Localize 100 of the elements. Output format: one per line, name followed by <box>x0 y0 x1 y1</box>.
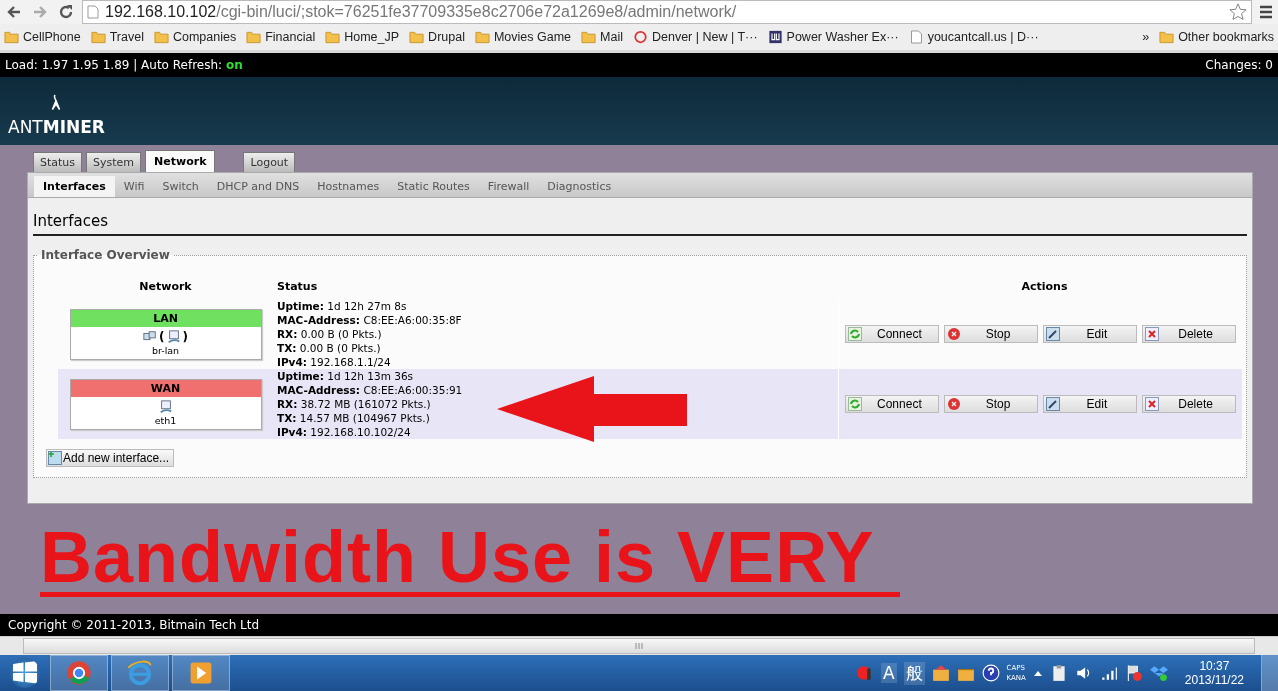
bookmark[interactable]: Companies <box>153 30 237 44</box>
address-bar[interactable]: 192.168.10.102/cgi-bin/luci/;stok=76251fe37709335e8c2706e72a1269e8/admin/network/ <box>82 0 1252 24</box>
sub-tab[interactable]: Hostnames <box>308 176 389 197</box>
refresh-icon <box>848 327 863 341</box>
action-button[interactable]: Delete <box>1141 325 1236 343</box>
page-title: Interfaces <box>33 212 1247 236</box>
bookmark[interactable]: Mail <box>581 30 623 44</box>
action-button[interactable]: Edit <box>1042 395 1137 413</box>
input-mode-button[interactable]: 般 <box>903 661 925 685</box>
nav-tab[interactable]: Status <box>33 152 83 172</box>
bookmark[interactable]: Other bookmarks <box>1159 30 1274 44</box>
folder-icon <box>4 30 19 44</box>
add-icon <box>48 451 62 465</box>
bookmark[interactable]: youcantcall.us | D··· <box>908 30 1039 44</box>
action-button[interactable]: Stop <box>944 325 1039 343</box>
page-icon <box>908 30 924 44</box>
load-status: Load: 1.97 1.95 1.89 | Auto Refresh: on <box>5 58 243 72</box>
logo-text: ANTMINER <box>8 117 105 137</box>
folder-icon <box>325 30 341 44</box>
back-icon[interactable] <box>6 4 22 20</box>
folder-icon <box>90 30 106 44</box>
edit-icon <box>1045 327 1060 341</box>
copyright-text: Copyright © 2011-2013, Bitmain Tech Ltd <box>8 618 260 632</box>
status-line: Uptime: 1d 12h 27m 8s <box>277 299 408 313</box>
status-line: MAC-Address: C8:EE:A6:00:35:91 <box>277 383 464 397</box>
sub-tab[interactable]: Diagnostics <box>538 176 621 197</box>
folder-icon <box>581 30 597 44</box>
add-interface-button[interactable]: Add new interface... <box>46 449 175 467</box>
network-port-icon <box>166 329 181 344</box>
help-icon[interactable] <box>981 664 1000 682</box>
input-mode-button[interactable]: A <box>880 663 897 683</box>
changes-count[interactable]: Changes: 0 <box>1205 58 1273 72</box>
taskbar-app[interactable] <box>50 655 108 691</box>
circle-icon <box>632 30 648 44</box>
site-logo-icon <box>767 30 783 44</box>
grip-icon <box>635 642 643 650</box>
play-icon <box>188 660 214 686</box>
bookmark[interactable]: Power Washer Ex··· <box>767 30 899 44</box>
status-line: TX: 0.00 B (0 Pkts.) <box>277 341 382 355</box>
bookmark[interactable]: CellPhone <box>4 30 81 44</box>
status-line: MAC-Address: C8:EE:A6:00:35:8F <box>277 313 463 327</box>
stop-icon <box>947 327 962 341</box>
delete-icon <box>1144 397 1159 411</box>
folder-icon <box>1159 30 1175 44</box>
status-line: TX: 14.57 MB (104967 Pkts.) <box>277 411 431 425</box>
bookmark[interactable]: Financial <box>246 30 316 44</box>
stop-icon <box>947 397 962 411</box>
refresh-icon <box>848 397 863 411</box>
menu-icon[interactable] <box>1258 4 1274 20</box>
delete-icon <box>1144 327 1159 341</box>
nav-tab[interactable]: System <box>86 152 142 172</box>
folder-icon <box>153 30 169 44</box>
dropbox-icon[interactable] <box>1149 664 1168 682</box>
action-button[interactable]: Edit <box>1042 325 1137 343</box>
scrollbar-thumb[interactable] <box>23 638 1255 654</box>
caret-icon[interactable] <box>1032 669 1043 677</box>
taskbar-app[interactable] <box>172 655 230 691</box>
column-header: Network <box>138 280 193 293</box>
sub-tab[interactable]: Static Routes <box>388 176 479 197</box>
folder-icon <box>246 30 262 44</box>
nav-tab[interactable]: Network <box>145 150 216 172</box>
column-header: Actions <box>1020 280 1069 293</box>
sub-tab[interactable]: Switch <box>153 176 208 197</box>
status-line: IPv4: 192.168.1.1/24 <box>277 355 392 369</box>
bookmark[interactable]: Drupal <box>409 30 465 44</box>
signal-icon[interactable] <box>1099 664 1118 682</box>
status-line: RX: 0.00 B (0 Pkts.) <box>277 327 383 341</box>
status-line: IPv4: 192.168.10.102/24 <box>277 425 412 439</box>
interface-badge: WAN eth1 <box>69 378 262 430</box>
sub-tab[interactable]: DHCP and DNS <box>207 176 309 197</box>
windows-logo-icon <box>10 658 40 688</box>
nav-tab[interactable]: Logout <box>243 152 296 172</box>
reload-icon[interactable] <box>58 4 74 20</box>
folder-icon <box>409 30 425 44</box>
star-icon[interactable] <box>1229 3 1247 21</box>
column-header: Status <box>276 280 319 293</box>
action-button[interactable]: Delete <box>1141 395 1236 413</box>
status-line: RX: 38.72 MB (161072 Pkts.) <box>277 397 432 411</box>
action-button[interactable]: Connect <box>845 395 940 413</box>
annotation-text: Bandwidth Use is VERY <box>40 522 901 597</box>
page-icon <box>87 5 99 19</box>
action-button[interactable]: Stop <box>944 395 1039 413</box>
interface-badge: LAN ( ) br-lan <box>69 308 262 360</box>
bookmark[interactable]: Movies Game <box>474 30 572 44</box>
action-button[interactable]: Connect <box>845 325 940 343</box>
sub-tab[interactable]: Interfaces <box>34 176 115 197</box>
browser-icon <box>66 660 92 686</box>
tray-icon[interactable] <box>855 664 874 682</box>
network-port-icon <box>158 399 173 414</box>
toolbox-icon[interactable] <box>931 664 950 682</box>
bookmark[interactable]: Home_JP <box>325 30 400 44</box>
edit-icon <box>1045 397 1060 411</box>
bookmark[interactable]: Travel <box>90 30 144 44</box>
bookmark[interactable]: Denver | New | T··· <box>632 30 758 44</box>
more-bookmarks-button[interactable]: » <box>1142 30 1150 44</box>
clock[interactable]: 10:37 2013/11/22 <box>1174 659 1254 687</box>
sub-tab[interactable]: Wifi <box>114 176 154 197</box>
section-legend: Interface Overview <box>38 248 173 262</box>
sub-tab[interactable]: Firewall <box>478 176 539 197</box>
folder-icon <box>474 30 490 44</box>
